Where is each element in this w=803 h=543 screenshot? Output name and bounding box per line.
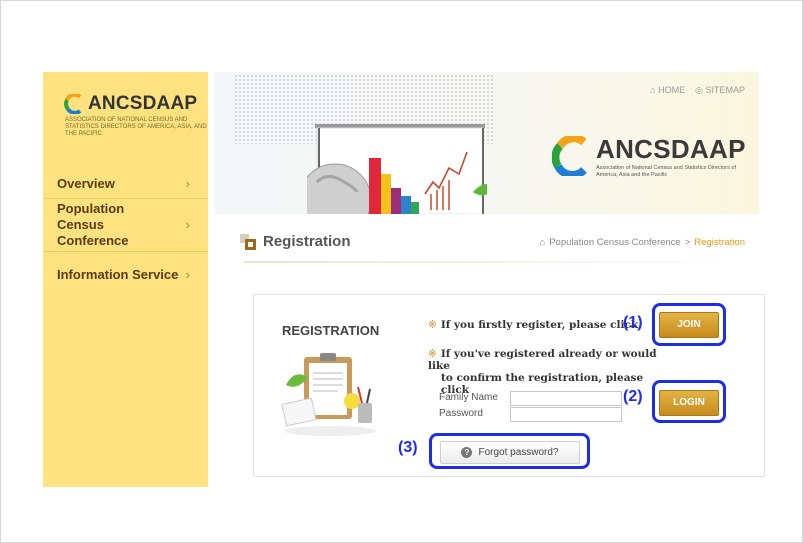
sidebar-logo[interactable]: ANCSDAAP: [64, 93, 197, 115]
chart-board-illustration: [307, 124, 487, 214]
brand-subtitle: Association of National Census and Stati…: [596, 165, 737, 178]
sidebar-item-information-service[interactable]: Information Service ›: [43, 252, 208, 296]
chevron-right-icon: ›: [185, 175, 190, 191]
sidebar-nav: Overview › Population Census Conference …: [43, 168, 208, 296]
logo-title: ANCSDAAP: [88, 93, 198, 114]
brand-title: ANCSDAAP: [596, 134, 746, 164]
breadcrumb-current: Registration: [694, 237, 745, 248]
password-label: Password: [439, 408, 483, 419]
annotation-label-3: (3): [398, 439, 418, 456]
chevron-right-icon: ›: [185, 266, 190, 282]
sidebar-item-label: Population Census Conference: [57, 201, 129, 248]
breadcrumb-parent[interactable]: Population Census Conference: [549, 237, 681, 248]
password-field[interactable]: [510, 407, 622, 422]
clipboard-illustration: [281, 353, 376, 436]
home-icon: ⌂: [650, 85, 656, 95]
breadcrumb-separator: >: [684, 237, 691, 248]
chevron-right-icon: ›: [185, 217, 190, 232]
home-label: HOME: [658, 85, 686, 95]
page-title: Registration: [263, 233, 351, 250]
annotation-box-2: [652, 380, 726, 423]
registration-heading: REGISTRATION: [282, 323, 380, 338]
annotation-label-2: (2): [623, 388, 643, 405]
annotation-box-3: [429, 433, 590, 469]
annotation-label-1: (1): [623, 314, 643, 331]
home-icon[interactable]: ⌂: [539, 237, 545, 248]
top-nav: ⌂ HOME ◎ SITEMAP: [650, 85, 745, 96]
sitemap-link[interactable]: ◎ SITEMAP: [695, 85, 745, 96]
sitemap-label: SITEMAP: [705, 85, 745, 95]
header-banner: ⌂ HOME ◎ SITEMAP ANCSDAAP Association of…: [214, 72, 759, 214]
sidebar: ANCSDAAP ASSOCIATION OF NATIONAL CENSUS …: [43, 72, 208, 487]
already-line-1: If you've registered already or would li…: [428, 348, 657, 372]
brand-logo: ANCSDAAP Association of National Census …: [551, 134, 745, 181]
logo-icon: [64, 94, 82, 114]
family-name-field[interactable]: [510, 391, 622, 406]
first-register-label: If you firstly register, please click: [440, 319, 639, 331]
sitemap-icon: ◎: [695, 85, 703, 95]
logo-subtitle: ASSOCIATION OF NATIONAL CENSUS AND STATI…: [65, 117, 207, 137]
sidebar-item-overview[interactable]: Overview ›: [43, 168, 208, 199]
sidebar-item-label: Information Service: [57, 266, 179, 282]
sidebar-item-population-census-conference[interactable]: Population Census Conference ›: [43, 199, 208, 252]
sidebar-item-label: Overview: [57, 175, 115, 191]
note-mark: ※: [428, 348, 437, 360]
family-name-label: Family Name: [439, 392, 498, 403]
first-register-text: ※ If you firstly register, please click: [428, 319, 638, 331]
title-divider: [244, 261, 745, 263]
home-link[interactable]: ⌂ HOME: [650, 85, 685, 96]
breadcrumb: ⌂ Population Census Conference > Registr…: [539, 237, 745, 248]
logo-icon: [551, 134, 587, 179]
annotation-box-1: [652, 303, 726, 346]
note-mark: ※: [428, 319, 437, 331]
registration-icon: [240, 234, 256, 250]
